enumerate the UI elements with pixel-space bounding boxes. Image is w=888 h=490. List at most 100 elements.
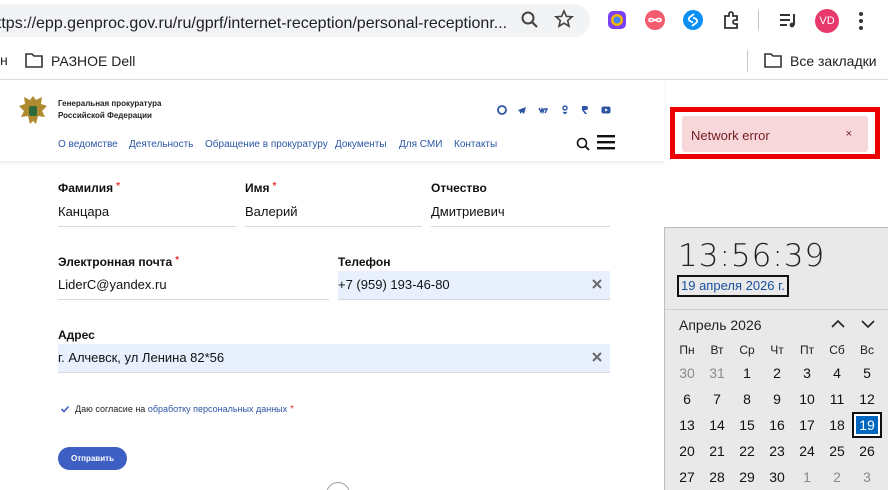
calendar-day[interactable]: 13 bbox=[672, 412, 702, 438]
calendar-flyout: 13:56:39 19 апреля 2026 г. Апрель 2026 П… bbox=[664, 227, 888, 490]
month-label[interactable]: Апрель 2026 bbox=[679, 317, 762, 333]
calendar-day-today[interactable]: 19 bbox=[852, 412, 882, 438]
calendar-day[interactable]: 7 bbox=[702, 386, 732, 412]
nav-documents[interactable]: Документы bbox=[335, 139, 387, 150]
bookmark-cut-label[interactable]: н bbox=[0, 52, 8, 68]
bookmark-label: РАЗНОЕ Dell bbox=[51, 53, 136, 69]
vk-icon[interactable] bbox=[538, 105, 548, 115]
calendar-day[interactable]: 3 bbox=[852, 464, 882, 490]
calendar-day[interactable]: 27 bbox=[672, 464, 702, 490]
browser-menu-icon[interactable] bbox=[856, 10, 866, 32]
calendar-day[interactable]: 28 bbox=[702, 464, 732, 490]
nav-media[interactable]: Для СМИ bbox=[399, 139, 442, 150]
color-picker-extension-icon[interactable] bbox=[606, 9, 628, 31]
calendar-day[interactable]: 5 bbox=[852, 360, 882, 386]
infinity-extension-icon[interactable] bbox=[644, 9, 666, 31]
profile-avatar[interactable]: VD bbox=[815, 9, 839, 33]
calendar-day[interactable]: 2 bbox=[762, 360, 792, 386]
clear-address-icon[interactable] bbox=[592, 352, 602, 362]
toast-close-button[interactable]: × bbox=[846, 128, 852, 140]
url-text[interactable]: https://epp.genproc.gov.ru/ru/gprf/inter… bbox=[0, 15, 507, 33]
calendar-day[interactable]: 8 bbox=[732, 386, 762, 412]
patronymic-field[interactable]: Дмитриевич bbox=[431, 198, 610, 227]
calendar-day[interactable]: 17 bbox=[792, 412, 822, 438]
folder-icon bbox=[25, 53, 43, 68]
calendar-day[interactable]: 1 bbox=[792, 464, 822, 490]
calendar-day[interactable]: 30 bbox=[762, 464, 792, 490]
browser-toolbar: https://epp.genproc.gov.ru/ru/gprf/inter… bbox=[0, 0, 888, 41]
nav-contacts[interactable]: Контакты bbox=[454, 139, 497, 150]
calendar-day[interactable]: 9 bbox=[762, 386, 792, 412]
address-field[interactable]: г. Алчевск, ул Ленина 82*56 bbox=[58, 344, 610, 373]
calendar-day[interactable]: 20 bbox=[672, 438, 702, 464]
phone-label: Телефон bbox=[338, 255, 391, 269]
weekday-label: Ср bbox=[739, 343, 755, 357]
calendar-day[interactable]: 23 bbox=[762, 438, 792, 464]
org-name[interactable]: Генеральная прокуратура Российской Федер… bbox=[58, 98, 161, 122]
search-icon[interactable] bbox=[576, 137, 590, 151]
toolbar-divider bbox=[758, 10, 759, 30]
weekday-label: Сб bbox=[829, 343, 845, 357]
chevron-down-icon[interactable] bbox=[861, 318, 875, 330]
email-label: Электронная почта * bbox=[58, 255, 180, 269]
weekday-label: Пн bbox=[679, 343, 695, 357]
consent-link[interactable]: обработку персональных данных bbox=[148, 404, 287, 414]
email-field[interactable]: LiderC@yandex.ru bbox=[58, 271, 329, 300]
calendar-day[interactable]: 4 bbox=[822, 360, 852, 386]
date-link[interactable]: 19 апреля 2026 г. bbox=[677, 275, 789, 297]
calendar-day[interactable]: 12 bbox=[852, 386, 882, 412]
nav-activity[interactable]: Деятельность bbox=[129, 139, 193, 150]
bookmark-folder-all[interactable]: Все закладки bbox=[764, 51, 888, 71]
calendar-day[interactable]: 30 bbox=[672, 360, 702, 386]
address-bar[interactable]: https://epp.genproc.gov.ru/ru/gprf/inter… bbox=[0, 4, 590, 37]
scroll-button[interactable] bbox=[326, 482, 350, 490]
calendar-day[interactable]: 21 bbox=[702, 438, 732, 464]
calendar-day[interactable]: 2 bbox=[822, 464, 852, 490]
address-value: г. Алчевск, ул Ленина 82*56 bbox=[58, 350, 225, 365]
extensions-puzzle-icon[interactable] bbox=[721, 9, 743, 31]
nav-about[interactable]: О ведомстве bbox=[58, 139, 118, 150]
youtube-icon[interactable] bbox=[601, 105, 611, 115]
calendar-day[interactable]: 24 bbox=[792, 438, 822, 464]
phone-value: +7 (959) 193-46-80 bbox=[338, 277, 450, 292]
media-playlist-icon[interactable] bbox=[777, 9, 799, 31]
bookmarks-divider bbox=[747, 50, 748, 72]
calendar-day[interactable]: 25 bbox=[822, 438, 852, 464]
clear-phone-icon[interactable] bbox=[592, 279, 602, 289]
surname-value: Канцара bbox=[58, 204, 110, 219]
nav-appeal[interactable]: Обращение в прокуратуру bbox=[205, 139, 328, 150]
clock-time: 13:56:39 bbox=[678, 238, 826, 274]
calendar-day[interactable]: 26 bbox=[852, 438, 882, 464]
calendar-day[interactable]: 11 bbox=[822, 386, 852, 412]
zoom-icon[interactable] bbox=[520, 10, 540, 30]
phone-field[interactable]: +7 (959) 193-46-80 bbox=[338, 271, 610, 300]
name-field[interactable]: Валерий bbox=[245, 198, 422, 227]
calendar-day[interactable]: 10 bbox=[792, 386, 822, 412]
calendar-day[interactable]: 31 bbox=[702, 360, 732, 386]
surname-field[interactable]: Канцара bbox=[58, 198, 236, 227]
hamburger-menu-icon[interactable] bbox=[597, 134, 615, 150]
email-value: LiderC@yandex.ru bbox=[58, 277, 167, 292]
shazam-extension-icon[interactable] bbox=[682, 9, 704, 31]
calendar-day[interactable]: 14 bbox=[702, 412, 732, 438]
calendar-day[interactable]: 29 bbox=[732, 464, 762, 490]
consent-checkbox[interactable] bbox=[60, 404, 70, 414]
calendar-day[interactable]: 18 bbox=[822, 412, 852, 438]
coat-of-arms-logo[interactable] bbox=[16, 93, 50, 129]
site-header: Генеральная прокуратура Российской Федер… bbox=[0, 81, 664, 161]
telegram-icon[interactable] bbox=[517, 105, 527, 115]
calendar-day[interactable]: 6 bbox=[672, 386, 702, 412]
rutube-icon[interactable] bbox=[580, 105, 590, 115]
bookmark-star-icon[interactable] bbox=[554, 9, 574, 29]
chevron-up-icon[interactable] bbox=[831, 318, 845, 330]
max-messenger-icon[interactable] bbox=[497, 105, 507, 115]
submit-button[interactable]: Отправить bbox=[58, 447, 127, 470]
odnoklassniki-icon[interactable] bbox=[560, 105, 570, 115]
bookmark-folder-dell[interactable]: РАЗНОЕ Dell bbox=[25, 51, 145, 71]
calendar-day[interactable]: 15 bbox=[732, 412, 762, 438]
calendar-day[interactable]: 3 bbox=[792, 360, 822, 386]
calendar-day[interactable]: 22 bbox=[732, 438, 762, 464]
network-error-toast: Network error × bbox=[682, 116, 868, 152]
calendar-day[interactable]: 16 bbox=[762, 412, 792, 438]
calendar-day[interactable]: 1 bbox=[732, 360, 762, 386]
